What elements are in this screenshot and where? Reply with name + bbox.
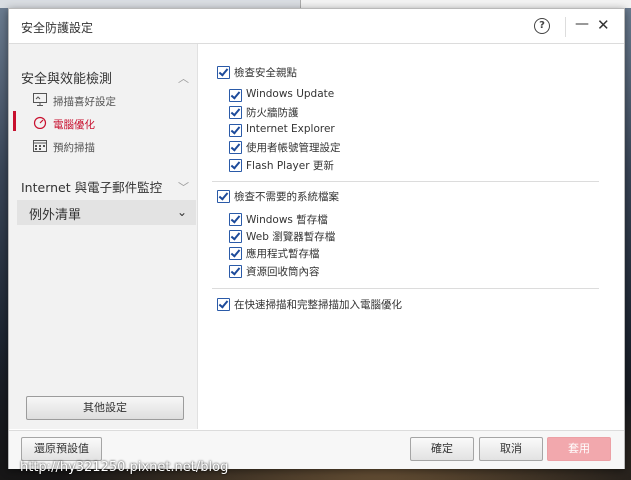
checkbox-label: 使用者帳號管理設定	[246, 142, 341, 154]
checkbox-label: 在快速掃描和完整掃描加入電腦優化	[234, 299, 402, 311]
sidebar-section-internet-email[interactable]: Internet 與電子郵件監控	[21, 177, 162, 196]
chevron-up-icon[interactable]: ︿	[178, 70, 189, 86]
sidebar-section-exclusions[interactable]: 例外清單 ⌄	[17, 200, 196, 225]
checkbox-label: 檢查不需要的系統檔案	[234, 191, 339, 203]
active-indicator	[13, 111, 16, 131]
background-window-bar	[300, 0, 631, 8]
checkbox-label: Internet Explorer	[246, 123, 335, 135]
main-panel: 檢查安全親點 Windows Update 防火牆防護 Internet Exp…	[198, 44, 624, 429]
chevron-down-icon: ⌄	[177, 205, 188, 219]
background-window-strip	[0, 0, 631, 8]
checkbox[interactable]	[229, 265, 242, 278]
checkbox[interactable]	[229, 247, 242, 260]
checkbox[interactable]	[229, 89, 242, 102]
exclusions-label: 例外清單	[29, 208, 82, 223]
checkbox[interactable]	[217, 66, 230, 79]
chevron-down-icon[interactable]: ﹀	[178, 179, 189, 195]
minimize-icon[interactable]: —	[575, 16, 589, 32]
checkbox-label: 應用程式暫存檔	[246, 248, 320, 260]
checkbox[interactable]	[229, 124, 242, 137]
checkbox-label: 資源回收筒內容	[246, 266, 320, 278]
apply-button[interactable]: 套用	[547, 437, 611, 461]
checkbox[interactable]	[229, 106, 242, 119]
checkbox[interactable]	[229, 159, 242, 172]
close-icon[interactable]: ✕	[597, 16, 610, 34]
ok-button[interactable]: 確定	[410, 437, 474, 461]
checkbox-label: Flash Player 更新	[246, 160, 334, 172]
help-icon[interactable]: ?	[534, 18, 550, 34]
sidebar-item-label: 電腦優化	[53, 119, 95, 131]
checkbox-label: Web 瀏覽器暫存檔	[246, 231, 336, 243]
checkbox-label: Windows 暫存檔	[246, 214, 328, 226]
gauge-icon	[33, 116, 47, 129]
checkbox-label: 檢查安全親點	[234, 67, 297, 79]
titlebar-separator	[565, 17, 566, 37]
calendar-icon	[33, 140, 47, 152]
checkbox[interactable]	[229, 141, 242, 154]
section-divider	[212, 181, 599, 182]
section-divider	[212, 288, 599, 289]
checkbox[interactable]	[229, 230, 242, 243]
sidebar-section-scan-performance[interactable]: 安全與效能檢測	[21, 68, 112, 87]
checkbox[interactable]	[229, 213, 242, 226]
watermark-url: http://hy321250.pixnet.net/blog	[20, 460, 229, 475]
settings-dialog: 安全防護設定 ? — ✕ 安全與效能檢測 ︿ 掃描喜好設定 電腦優化 預約掃描 …	[8, 8, 625, 469]
checkbox[interactable]	[217, 298, 230, 311]
window-title: 安全防護設定	[21, 21, 94, 35]
checkbox-label: 防火牆防護	[246, 107, 299, 119]
sidebar-item-label: 掃描喜好設定	[53, 96, 116, 108]
monitor-icon	[33, 93, 47, 106]
restore-defaults-button[interactable]: 還原預設值	[21, 437, 102, 461]
checkbox[interactable]	[217, 190, 230, 203]
other-settings-button[interactable]: 其他設定	[26, 396, 184, 420]
title-bar: 安全防護設定 ? — ✕	[9, 9, 624, 44]
sidebar: 安全與效能檢測 ︿ 掃描喜好設定 電腦優化 預約掃描 Internet 與電子郵…	[9, 44, 198, 429]
checkbox-label: Windows Update	[246, 88, 335, 100]
sidebar-item-label: 預約掃描	[53, 142, 95, 154]
cancel-button[interactable]: 取消	[479, 437, 543, 461]
